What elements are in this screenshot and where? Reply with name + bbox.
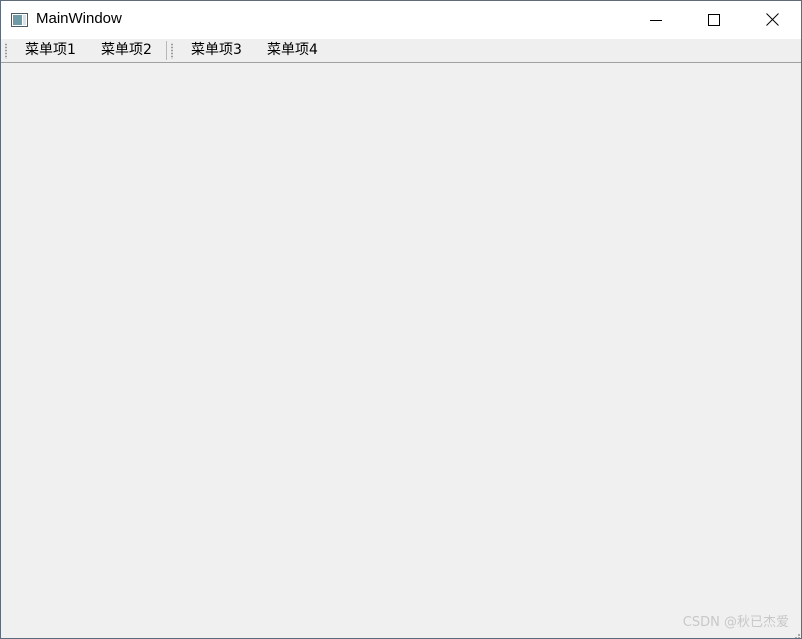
toolbar-item-2[interactable]: 菜单项2 (101, 42, 152, 59)
resize-grip-icon[interactable] (790, 627, 800, 638)
title-bar[interactable]: MainWindow (1, 1, 801, 39)
toolbar-item-1[interactable]: 菜单项1 (25, 42, 76, 59)
toolbar-grip-handle[interactable] (171, 43, 173, 59)
toolbar-item-3[interactable]: 菜单项3 (191, 42, 242, 59)
maximize-icon (708, 11, 720, 30)
window-icon (11, 12, 28, 27)
central-widget: CSDN @秋已杰爱 (1, 63, 801, 638)
toolbar: 菜单项1 菜单项2 菜单项3 菜单项4 (1, 39, 801, 63)
maximize-button[interactable] (685, 1, 743, 39)
main-window: MainWindow 菜单项1 菜单项2 菜单项3 菜单项4 CSDN @秋已杰… (0, 0, 802, 639)
toolbar-grip-handle[interactable] (5, 43, 7, 59)
watermark: CSDN @秋已杰爱 (682, 615, 789, 630)
toolbar-item-4[interactable]: 菜单项4 (267, 42, 318, 59)
minimize-button[interactable] (627, 1, 685, 39)
minimize-icon (650, 11, 662, 30)
close-icon (765, 11, 779, 30)
close-button[interactable] (743, 1, 801, 39)
toolbar-separator (166, 41, 167, 60)
window-title: MainWindow (36, 10, 122, 27)
